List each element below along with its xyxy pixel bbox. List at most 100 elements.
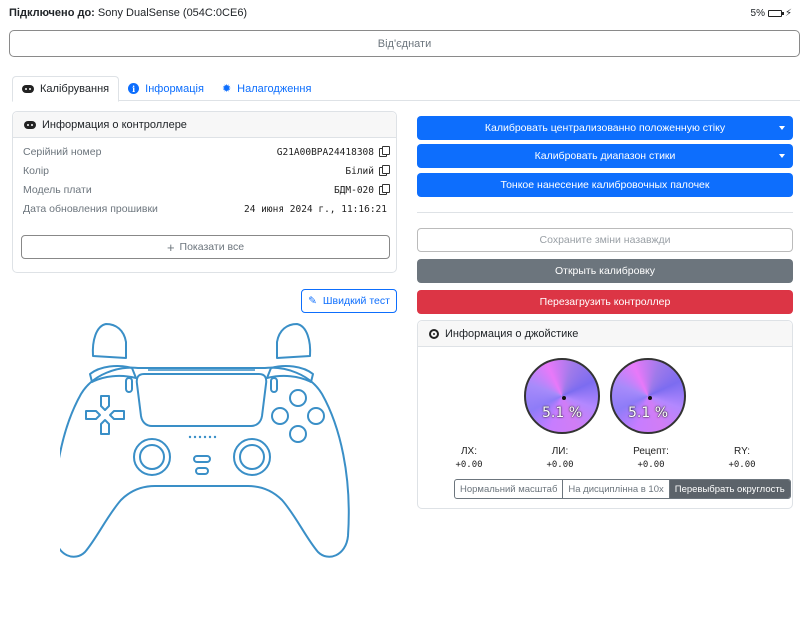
mode-10x-zoom[interactable]: На дисциплінна в 10х xyxy=(563,480,670,498)
axis-ry: RY: +0.00 xyxy=(712,446,772,470)
dpad-down xyxy=(100,419,110,435)
quick-test-button[interactable]: ✎ Швидкий тест xyxy=(301,289,397,313)
show-all-button[interactable]: + Показати все xyxy=(21,235,390,259)
axis-ly: ЛИ: +0.00 xyxy=(530,446,590,470)
dropdown-caret-icon[interactable] xyxy=(779,126,785,130)
axis-rx: Рецепт: +0.00 xyxy=(621,446,681,470)
tab-debug[interactable]: ✹ Налагодження xyxy=(213,76,320,101)
calibrate-center-button[interactable]: Калибровать централизованно положенную с… xyxy=(417,116,793,140)
controller-illustration xyxy=(60,323,350,558)
left-stick-circularity: 5.1 % xyxy=(524,358,600,434)
tab-label: Калібрування xyxy=(40,83,110,95)
charging-icon: ⚡ xyxy=(784,7,792,19)
quick-test-label: Швидкий тест xyxy=(322,295,390,307)
copy-icon[interactable] xyxy=(379,145,390,157)
mode-normal-scale[interactable]: Нормальний масштаб xyxy=(455,480,564,498)
button-label: Калибровать диапазон стики xyxy=(534,150,676,162)
firmware-value: 24 июня 2024 г., 11:16:21 xyxy=(244,203,387,215)
pencil-icon: ✎ xyxy=(308,295,317,307)
scale-mode-group: Нормальний масштаб На дисциплінна в 10х … xyxy=(454,479,791,499)
button-label: Перезагрузить контроллер xyxy=(539,296,671,308)
axis-label: ЛХ: xyxy=(460,446,477,457)
crosshair-icon xyxy=(429,328,439,339)
mute-button xyxy=(195,467,209,475)
l2-trigger xyxy=(91,323,127,359)
save-changes-button[interactable]: Сохраните зміни назавжди xyxy=(417,228,793,252)
controller-info-header: Информация о контроллере xyxy=(13,112,396,138)
tab-label: Налагодження xyxy=(237,82,312,95)
tab-information[interactable]: i Інформація xyxy=(119,76,213,101)
show-all-label: Показати все xyxy=(179,241,245,253)
card-title: Информация о джойстике xyxy=(445,327,579,340)
info-row-firmware: Дата обновления прошивки 24 июня 2024 г.… xyxy=(23,202,387,216)
battery-indicator: 5% ⚡ xyxy=(751,8,792,19)
axis-lx: ЛХ: +0.00 xyxy=(439,446,499,470)
axis-label: Рецепт: xyxy=(633,446,669,457)
tab-label: Інформація xyxy=(145,82,204,95)
info-icon: i xyxy=(128,83,140,94)
right-stick-circularity: 5.1 % xyxy=(610,358,686,434)
bug-icon: ✹ xyxy=(221,83,232,95)
copy-icon[interactable] xyxy=(379,164,390,176)
dpad-right xyxy=(109,410,125,420)
joystick-info-card: Информация о джойстике 5.1 % 5.1 % ЛХ: +… xyxy=(417,320,793,509)
axis-label: ЛИ: xyxy=(551,446,569,457)
info-label: Модель плати xyxy=(23,184,92,196)
tab-bar: Калібрування i Інформація ✹ Налагодження xyxy=(12,76,800,102)
device-name: Sony DualSense (054C:0CE6) xyxy=(97,7,248,19)
dpad-up xyxy=(100,395,110,411)
axis-value: +0.00 xyxy=(728,460,756,470)
button-label: Открыть калибровку xyxy=(554,265,656,277)
gamepad-icon xyxy=(24,120,36,129)
info-row-board: Модель плати БДМ-020 xyxy=(23,183,390,197)
battery-icon xyxy=(767,9,784,17)
r2-trigger xyxy=(276,323,312,359)
cross-button xyxy=(289,425,307,443)
button-label: Сохраните зміни назавжди xyxy=(539,234,671,246)
options-button xyxy=(270,377,278,393)
square-button xyxy=(271,407,289,425)
info-value: G21A00BPA24418308 xyxy=(276,145,390,158)
connected-label: Підключено до: xyxy=(9,7,95,19)
fine-calibration-button[interactable]: Тонкое нанесение калибровочных палочек xyxy=(417,173,793,197)
plus-icon: + xyxy=(166,239,175,255)
info-value: БДМ-020 xyxy=(333,183,390,196)
circle-button xyxy=(307,407,325,425)
controller-info-card: Информация о контроллере Серійний номер … xyxy=(12,111,397,273)
calibrate-range-button[interactable]: Калибровать диапазон стики xyxy=(417,144,793,168)
info-label: Дата обновления прошивки xyxy=(23,203,158,215)
speaker-dots xyxy=(188,435,217,439)
left-stick-position-dot xyxy=(562,396,566,400)
create-button xyxy=(125,377,133,393)
open-calibration-button[interactable]: Открыть калибровку xyxy=(417,259,793,283)
ps-button xyxy=(193,455,211,463)
tab-calibration[interactable]: Калібрування xyxy=(12,76,120,102)
right-stick-position-dot xyxy=(648,396,652,400)
dpad-left xyxy=(85,410,101,420)
joystick-info-header: Информация о джойстике xyxy=(418,321,792,347)
copy-icon[interactable] xyxy=(379,183,390,195)
info-value: Білий xyxy=(345,164,390,177)
info-row-serial: Серійний номер G21A00BPA24418308 xyxy=(23,145,390,159)
connection-status: Підключено до: Sony DualSense (054C:0CE6… xyxy=(9,7,247,19)
battery-level: 5% xyxy=(750,7,765,19)
info-label: Серійний номер xyxy=(23,146,102,158)
axis-label: RY: xyxy=(734,446,750,457)
restart-controller-button[interactable]: Перезагрузить контроллер xyxy=(417,290,793,314)
board-value: БДМ-020 xyxy=(333,184,374,196)
right-stick-percent: 5.1 % xyxy=(627,405,669,421)
axis-value: +0.00 xyxy=(546,460,574,470)
serial-value: G21A00BPA24418308 xyxy=(276,146,374,158)
info-row-color: Колір Білий xyxy=(23,164,390,178)
touchpad xyxy=(135,373,268,427)
mode-circularity[interactable]: Перевыбрать округлость xyxy=(669,480,790,498)
connection-bar: Підключено до: Sony DualSense (054C:0CE6… xyxy=(9,6,792,20)
divider xyxy=(417,212,793,213)
gamepad-icon xyxy=(22,85,34,93)
dropdown-caret-icon[interactable] xyxy=(779,154,785,158)
button-label: Калибровать централизованно положенную с… xyxy=(484,122,726,134)
triangle-button xyxy=(289,389,307,407)
card-title: Информация о контроллере xyxy=(42,118,187,131)
axis-value: +0.00 xyxy=(455,460,483,470)
disconnect-button[interactable]: Від'єднати xyxy=(9,30,800,57)
